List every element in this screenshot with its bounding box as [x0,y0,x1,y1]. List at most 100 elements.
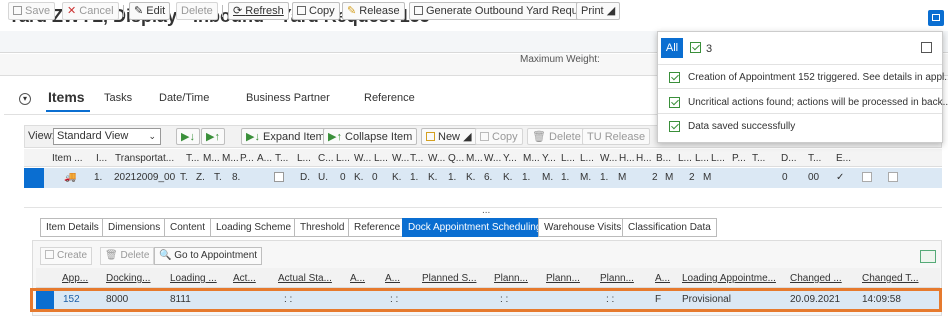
generate-outbound-button[interactable]: Generate Outbound Yard Request [409,2,598,20]
column-header[interactable]: I... [96,153,107,164]
column-header[interactable]: A... [655,273,670,284]
column-header[interactable]: Q... [448,153,464,164]
column-header[interactable]: T... [752,153,765,164]
view-select[interactable]: Standard View ⌄ [53,128,161,145]
delete-appointment-button[interactable]: 🗑 Delete [100,247,155,265]
column-header[interactable]: H... [619,153,635,164]
column-header[interactable]: W... [392,153,409,164]
column-header[interactable]: A... [385,273,400,284]
delete-button[interactable]: Delete [176,2,218,20]
column-header[interactable]: L... [678,153,692,164]
row-selector[interactable] [24,168,44,188]
refresh-button[interactable]: ⟳ Refresh [228,2,289,20]
column-header[interactable]: W... [600,153,617,164]
column-header[interactable]: Loading Appointme... [682,273,776,284]
column-header[interactable]: T... [410,153,423,164]
column-header[interactable]: W... [354,153,371,164]
column-header[interactable]: L... [374,153,388,164]
copy-item-button[interactable]: Copy [475,128,523,145]
create-button[interactable]: Create [40,247,93,265]
sort-ascending-button[interactable]: ▶↓ [176,128,200,145]
column-header[interactable]: M... [222,153,239,164]
column-header[interactable]: Plann... [600,273,634,284]
sort-descending-button[interactable]: ▶↑ [201,128,225,145]
tab-content[interactable]: Content [164,218,212,237]
column-header[interactable]: Y... [503,153,517,164]
tab-dimensions[interactable]: Dimensions [102,218,167,237]
checked-checkbox[interactable]: ✓ [836,172,844,183]
column-header[interactable]: H... [636,153,652,164]
column-header[interactable]: W... [484,153,501,164]
tab-item-details[interactable]: Item Details [40,218,105,237]
release-button[interactable]: ✎ Release [342,2,405,20]
column-header[interactable]: Loading ... [170,273,217,284]
column-header[interactable]: A... [350,273,365,284]
column-header[interactable]: Planned S... [422,273,476,284]
column-header[interactable]: P... [732,153,746,164]
tab-loading-scheme[interactable]: Loading Scheme [210,218,298,237]
message-popover-icon[interactable] [928,10,944,26]
delete-item-button[interactable]: 🗑 Delete [527,128,586,145]
column-header[interactable]: L... [297,153,311,164]
column-header[interactable]: E... [836,153,851,164]
column-header[interactable]: D... [781,153,797,164]
collapse-icon[interactable]: ▾ [19,93,31,105]
tab-warehouse-visits[interactable]: Warehouse Visits [538,218,628,237]
column-header[interactable]: Act... [233,273,256,284]
column-header[interactable]: C... [318,153,334,164]
column-header[interactable]: Docking... [106,273,150,284]
edit-button[interactable]: ✎ Edit [129,2,171,20]
column-header[interactable]: L... [561,153,575,164]
tab-business-partner[interactable]: Business Partner [246,92,330,104]
column-header[interactable]: Y... [542,153,556,164]
column-header[interactable]: W... [428,153,445,164]
copy-button[interactable]: Copy [292,2,340,20]
column-header[interactable]: M... [466,153,483,164]
column-header[interactable]: L... [580,153,594,164]
tab-dock-appointment-scheduling[interactable]: Dock Appointment Scheduling [402,218,548,237]
column-header[interactable]: T... [186,153,199,164]
column-header[interactable]: L... [695,153,709,164]
column-header[interactable]: P... [240,153,254,164]
new-button[interactable]: New ◢ [421,128,477,145]
save-button[interactable]: Save [8,2,56,20]
tab-classification-data[interactable]: Classification Data [622,218,717,237]
column-header[interactable]: M... [523,153,540,164]
column-header[interactable]: B... [656,153,671,164]
tab-reference[interactable]: Reference [348,218,407,237]
column-header[interactable]: Item ... [52,153,83,164]
tab-tasks[interactable]: Tasks [104,92,132,104]
tab-datetime[interactable]: Date/Time [159,92,209,104]
column-header[interactable]: L... [711,153,725,164]
column-header[interactable]: Actual Sta... [278,273,332,284]
column-header[interactable]: T... [275,153,288,164]
print-menu-button[interactable]: Print ◢ [576,2,621,20]
expand-item-button[interactable]: ▶↓ Expand Item [241,128,330,145]
collapse-item-button[interactable]: ▶↑ Collapse Item [323,128,418,145]
message-item[interactable]: Uncritical actions found; actions will b… [688,97,948,108]
tab-threshold[interactable]: Threshold [294,218,351,237]
checkbox[interactable] [862,172,872,182]
edit-icon[interactable] [921,42,932,53]
checkbox[interactable] [888,172,898,182]
cancel-button[interactable]: ✕ Cancel [62,2,119,20]
column-header[interactable]: Plann... [546,273,580,284]
tu-release-button[interactable]: TU Release [582,128,651,145]
column-header[interactable]: L... [336,153,350,164]
tab-items[interactable]: Items [48,89,85,105]
column-header[interactable]: A... [257,153,272,164]
message-item[interactable]: Data saved successfully [688,121,795,132]
checkbox[interactable] [274,172,284,182]
filter-all-button[interactable]: All [661,38,683,58]
go-to-appointment-button[interactable]: 🔍 Go to Appointment [154,247,263,265]
tab-reference[interactable]: Reference [364,92,415,104]
user-settings-icon[interactable] [920,250,936,263]
column-header[interactable]: M... [203,153,220,164]
column-header[interactable]: Changed ... [790,273,842,284]
message-item[interactable]: Creation of Appointment 152 triggered. S… [688,72,948,83]
column-header[interactable]: App... [62,273,88,284]
column-header[interactable]: Plann... [494,273,528,284]
column-header[interactable]: Transportat... [115,153,174,164]
more-indicator[interactable]: ... [482,205,490,216]
column-header[interactable]: T... [808,153,821,164]
